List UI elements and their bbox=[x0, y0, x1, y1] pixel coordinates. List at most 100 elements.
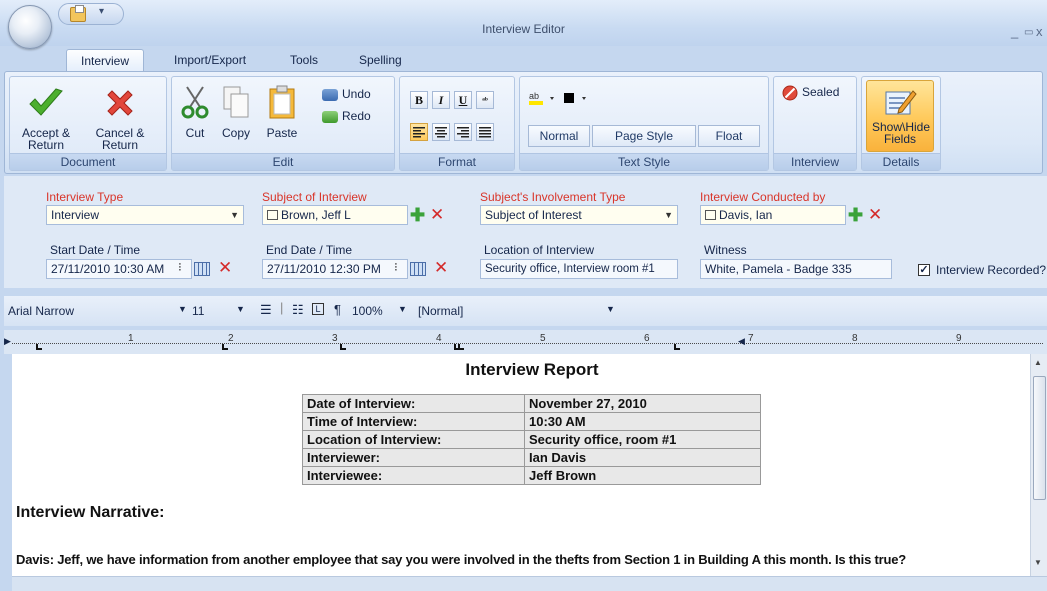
interview-type-select[interactable]: Interview ▼ bbox=[46, 205, 244, 225]
align-left-button[interactable] bbox=[410, 123, 428, 141]
float-button[interactable]: Float bbox=[698, 125, 760, 147]
tab-stop-marker[interactable] bbox=[458, 344, 464, 350]
table-cell-key: Interviewee: bbox=[302, 466, 525, 485]
witness-field[interactable]: White, Pamela - Badge 335 bbox=[700, 259, 892, 279]
paragraph-style-select[interactable]: [Normal] ▼ bbox=[418, 304, 618, 318]
normal-style-button[interactable]: Normal bbox=[528, 125, 590, 147]
underline-button[interactable]: U bbox=[454, 91, 472, 109]
paragraph-mark-icon[interactable]: ¶ bbox=[334, 302, 341, 317]
accept-return-button[interactable]: Accept & Return bbox=[16, 87, 76, 151]
undo-button[interactable]: Undo bbox=[322, 87, 371, 101]
cancel-return-button[interactable]: Cancel & Return bbox=[88, 87, 152, 151]
chevron-down-icon: ▼ bbox=[230, 210, 239, 220]
tab-stop-marker[interactable] bbox=[674, 344, 680, 350]
align-right-icon bbox=[457, 127, 469, 138]
tab-spelling[interactable]: Spelling bbox=[345, 49, 416, 72]
bold-button[interactable]: B bbox=[410, 91, 428, 109]
involvement-select[interactable]: Subject of Interest ▼ bbox=[480, 205, 678, 225]
document-editor[interactable]: Interview Report Date of Interview: Novem… bbox=[12, 354, 1030, 576]
align-center-button[interactable] bbox=[432, 123, 450, 141]
calendar-icon[interactable] bbox=[410, 262, 426, 276]
redo-button[interactable]: Redo bbox=[322, 109, 371, 123]
ruler[interactable]: ▶ 1 2 3 4 5 6 7 8 9 ◀ bbox=[4, 330, 1047, 354]
sealed-button[interactable]: Sealed bbox=[782, 85, 839, 101]
narrative-heading: Interview Narrative: bbox=[16, 504, 165, 521]
right-indent-marker-icon[interactable]: ◀ bbox=[738, 336, 745, 347]
indent-marker-icon[interactable]: ▶ bbox=[4, 336, 11, 347]
add-interviewer-icon[interactable]: ✚ bbox=[848, 206, 863, 224]
page-style-button[interactable]: Page Style bbox=[592, 125, 696, 147]
font-color-button[interactable] bbox=[560, 89, 594, 107]
tab-stop-marker[interactable] bbox=[222, 344, 228, 350]
ruler-dots bbox=[12, 343, 1043, 344]
add-subject-icon[interactable]: ✚ bbox=[410, 206, 425, 224]
remove-subject-icon[interactable]: ✕ bbox=[430, 206, 444, 223]
conducted-by-label: Interview Conducted by bbox=[700, 190, 826, 204]
conducted-by-field[interactable]: Davis, Ian bbox=[700, 205, 846, 225]
sealed-label: Sealed bbox=[802, 85, 840, 100]
horizontal-scrollbar[interactable] bbox=[12, 576, 1047, 591]
italic-button[interactable]: I bbox=[432, 91, 450, 109]
paste-icon bbox=[269, 85, 295, 119]
subject-value: Brown, Jeff L bbox=[281, 208, 351, 222]
tab-stop-marker[interactable] bbox=[36, 344, 42, 350]
scroll-down-icon[interactable]: ▼ bbox=[1034, 558, 1042, 567]
subject-label: Subject of Interview bbox=[262, 190, 367, 204]
close-button[interactable]: x bbox=[1036, 24, 1043, 39]
interview-recorded-checkbox[interactable]: ✓ bbox=[918, 264, 930, 276]
zoom-select[interactable]: 100% ▼ bbox=[352, 304, 412, 318]
highlight-color-button[interactable]: ab bbox=[528, 89, 558, 107]
tab-stop-icon[interactable]: L bbox=[312, 303, 324, 315]
minimize-button[interactable]: _ bbox=[1011, 24, 1018, 39]
separator: | bbox=[280, 300, 284, 315]
start-datetime-field[interactable]: 27/11/2010 10:30 AM bbox=[46, 259, 192, 279]
paste-button[interactable]: Paste bbox=[262, 85, 302, 139]
interview-type-label: Interview Type bbox=[46, 190, 124, 204]
show-hide-fields-button[interactable]: Show\Hide Fields bbox=[866, 80, 934, 152]
copy-button[interactable]: Copy bbox=[216, 85, 256, 139]
cut-button[interactable]: Cut bbox=[178, 85, 212, 139]
table-row: Interviewee: Jeff Brown bbox=[302, 466, 761, 485]
table-row: Interviewer: Ian Davis bbox=[302, 448, 761, 467]
justify-button[interactable] bbox=[476, 123, 494, 141]
font-dialog-icon[interactable]: ᵃᵇ bbox=[476, 91, 494, 109]
table-cell-key: Location of Interview: bbox=[302, 430, 525, 449]
scroll-up-icon[interactable]: ▲ bbox=[1034, 358, 1042, 367]
tab-tools[interactable]: Tools bbox=[276, 49, 332, 72]
tab-import-export[interactable]: Import/Export bbox=[160, 49, 260, 72]
report-title: Interview Report bbox=[465, 360, 599, 379]
document-group-label: Document bbox=[10, 153, 166, 170]
remove-interviewer-icon[interactable]: ✕ bbox=[868, 206, 882, 223]
table-cell-value: Ian Davis bbox=[524, 448, 761, 467]
window-title: Interview Editor bbox=[482, 22, 565, 36]
qat-dropdown-button[interactable]: ▾ bbox=[99, 6, 104, 17]
end-spinner[interactable]: ⁝ bbox=[394, 260, 398, 274]
font-family-select[interactable]: Arial Narrow ▼ bbox=[8, 304, 192, 318]
maximize-button[interactable]: ▭ bbox=[1024, 27, 1033, 38]
align-right-button[interactable] bbox=[454, 123, 472, 141]
application-menu-button[interactable] bbox=[8, 5, 52, 49]
numbered-list-icon[interactable]: ☰ bbox=[260, 302, 272, 318]
location-field[interactable]: Security office, Interview room #1 bbox=[480, 259, 678, 279]
interview-info-table: Date of Interview: November 27, 2010 Time… bbox=[302, 394, 761, 485]
bullet-list-icon[interactable]: ☷ bbox=[292, 302, 304, 318]
edit-group-label: Edit bbox=[172, 153, 394, 170]
clipboard-icon[interactable] bbox=[70, 5, 86, 22]
involvement-label: Subject's Involvement Type bbox=[480, 190, 626, 204]
calendar-icon[interactable] bbox=[194, 262, 210, 276]
tab-stop-marker[interactable] bbox=[340, 344, 346, 350]
vertical-scrollbar[interactable]: ▲ ▼ bbox=[1030, 354, 1047, 576]
font-size-select[interactable]: 11 ▼ bbox=[192, 304, 248, 318]
clear-start-icon[interactable]: ✕ bbox=[218, 259, 232, 276]
subject-field[interactable]: Brown, Jeff L bbox=[262, 205, 408, 225]
scroll-thumb[interactable] bbox=[1033, 376, 1046, 500]
start-spinner[interactable]: ⁝ bbox=[178, 260, 182, 274]
table-cell-value: 10:30 AM bbox=[524, 412, 761, 431]
align-left-icon bbox=[413, 127, 425, 138]
paragraph-style-value: [Normal] bbox=[418, 304, 464, 318]
narrative-text: Davis: Jeff, we have information from an… bbox=[16, 552, 907, 567]
tab-interview[interactable]: Interview bbox=[66, 49, 145, 72]
end-datetime-field[interactable]: 27/11/2010 12:30 PM bbox=[262, 259, 408, 279]
table-row: Location of Interview: Security office, r… bbox=[302, 430, 761, 449]
clear-end-icon[interactable]: ✕ bbox=[434, 259, 448, 276]
